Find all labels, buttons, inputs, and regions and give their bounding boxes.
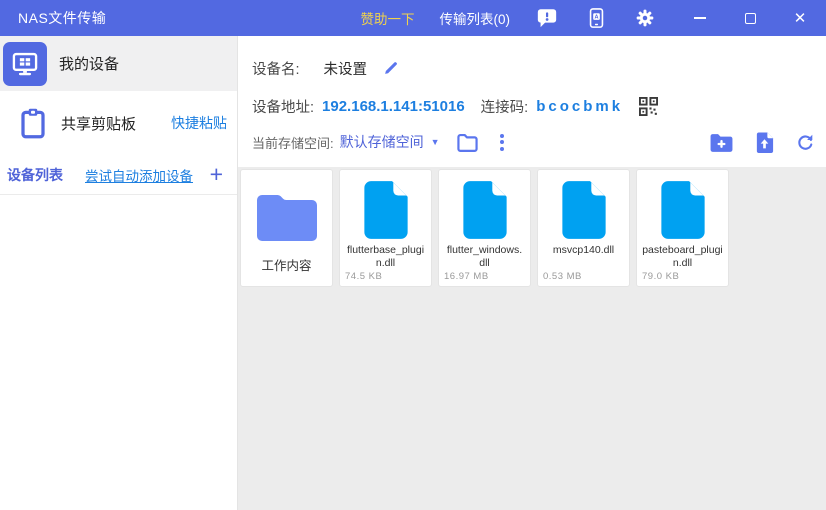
file-icon [559, 176, 609, 244]
item-size: 74.5 KB [345, 271, 426, 282]
sidebar-item-clipboard[interactable]: 共享剪贴板 快捷粘贴 [0, 91, 237, 155]
storage-label: 当前存储空间: [252, 133, 334, 152]
titlebar: NAS文件传输 赞助一下 传输列表(0) A [0, 0, 826, 36]
close-icon: ✕ [794, 11, 807, 26]
device-list-label: 设备列表 [7, 165, 63, 185]
storage-select[interactable]: 默认存储空间 ▼ [340, 132, 440, 152]
item-size: 16.97 MB [444, 271, 525, 282]
item-size: 0.53 MB [543, 271, 624, 282]
app-window: NAS文件传输 赞助一下 传输列表(0) A [0, 0, 826, 510]
new-folder-button[interactable] [709, 131, 734, 154]
folder-icon [254, 180, 320, 252]
storage-row: 当前存储空间: 默认存储空间 ▼ [252, 125, 818, 159]
item-name: flutter_windows.dll [444, 244, 525, 271]
minimize-icon [694, 17, 706, 19]
maximize-button[interactable] [738, 6, 762, 30]
edit-pencil-icon[interactable] [383, 60, 399, 76]
file-card[interactable]: flutter_windows.dll16.97 MB [438, 169, 531, 287]
feedback-chat-icon[interactable] [535, 6, 559, 30]
my-device-label: 我的设备 [59, 53, 119, 74]
auto-add-device-link[interactable]: 尝试自动添加设备 [85, 165, 193, 185]
sponsor-link[interactable]: 赞助一下 [361, 8, 415, 28]
qr-code-icon[interactable] [639, 97, 658, 116]
device-address-value: 192.168.1.141:51016 [322, 98, 465, 115]
main-panel: 设备名: 未设置 设备地址: 192.168.1.141:51016 连接码: … [238, 36, 826, 510]
mobile-app-icon[interactable]: A [584, 6, 608, 30]
close-button[interactable]: ✕ [788, 6, 812, 30]
app-title: NAS文件传输 [18, 8, 106, 28]
maximize-icon [745, 13, 756, 24]
device-name-row: 设备名: 未设置 [252, 49, 818, 87]
file-icon [658, 176, 708, 244]
minimize-button[interactable] [688, 6, 712, 30]
svg-text:A: A [594, 15, 598, 21]
folder-card[interactable]: 工作内容 [240, 169, 333, 287]
device-info-area: 设备名: 未设置 设备地址: 192.168.1.141:51016 连接码: … [238, 36, 826, 167]
file-card[interactable]: msvcp140.dll 0.53 MB [537, 169, 630, 287]
file-card[interactable]: pasteboard_plugin.dll79.0 KB [636, 169, 729, 287]
computer-monitor-icon [3, 42, 47, 86]
file-grid: 工作内容flutterbase_plugin.dll74.5 KBflutter… [238, 167, 826, 510]
more-options-kebab-icon[interactable] [497, 131, 507, 154]
device-list-bar: 设备列表 尝试自动添加设备 + [0, 155, 237, 195]
file-icon [460, 176, 510, 244]
conn-code-label: 连接码: [481, 96, 529, 117]
sidebar: 我的设备 共享剪贴板 快捷粘贴 设备列表 尝试自动添加设备 + [0, 36, 238, 510]
item-size: 79.0 KB [642, 271, 723, 282]
device-name-value: 未设置 [324, 58, 368, 79]
add-device-button[interactable]: + [210, 163, 223, 186]
clipboard-icon [18, 104, 48, 142]
device-address-label: 设备地址: [252, 96, 314, 117]
conn-code-value: bcocbmk [536, 98, 623, 115]
chevron-down-icon: ▼ [431, 137, 440, 147]
item-name: pasteboard_plugin.dll [642, 244, 723, 271]
transfer-list-button[interactable]: 传输列表(0) [440, 8, 511, 28]
quick-paste-link[interactable]: 快捷粘贴 [171, 113, 227, 133]
file-icon [361, 176, 411, 244]
device-name-label: 设备名: [252, 58, 300, 79]
item-name: flutterbase_plugin.dll [345, 244, 426, 271]
file-card[interactable]: flutterbase_plugin.dll74.5 KB [339, 169, 432, 287]
item-name: msvcp140.dll [543, 244, 624, 258]
sidebar-item-my-device[interactable]: 我的设备 [0, 36, 237, 91]
refresh-icon[interactable] [795, 132, 816, 153]
settings-gear-icon[interactable] [633, 6, 657, 30]
open-folder-button[interactable] [456, 132, 479, 153]
item-name: 工作内容 [246, 258, 327, 274]
device-address-row: 设备地址: 192.168.1.141:51016 连接码: bcocbmk [252, 87, 818, 125]
clipboard-label: 共享剪贴板 [61, 113, 136, 134]
storage-value: 默认存储空间 [340, 132, 424, 152]
upload-file-button[interactable] [754, 131, 775, 154]
